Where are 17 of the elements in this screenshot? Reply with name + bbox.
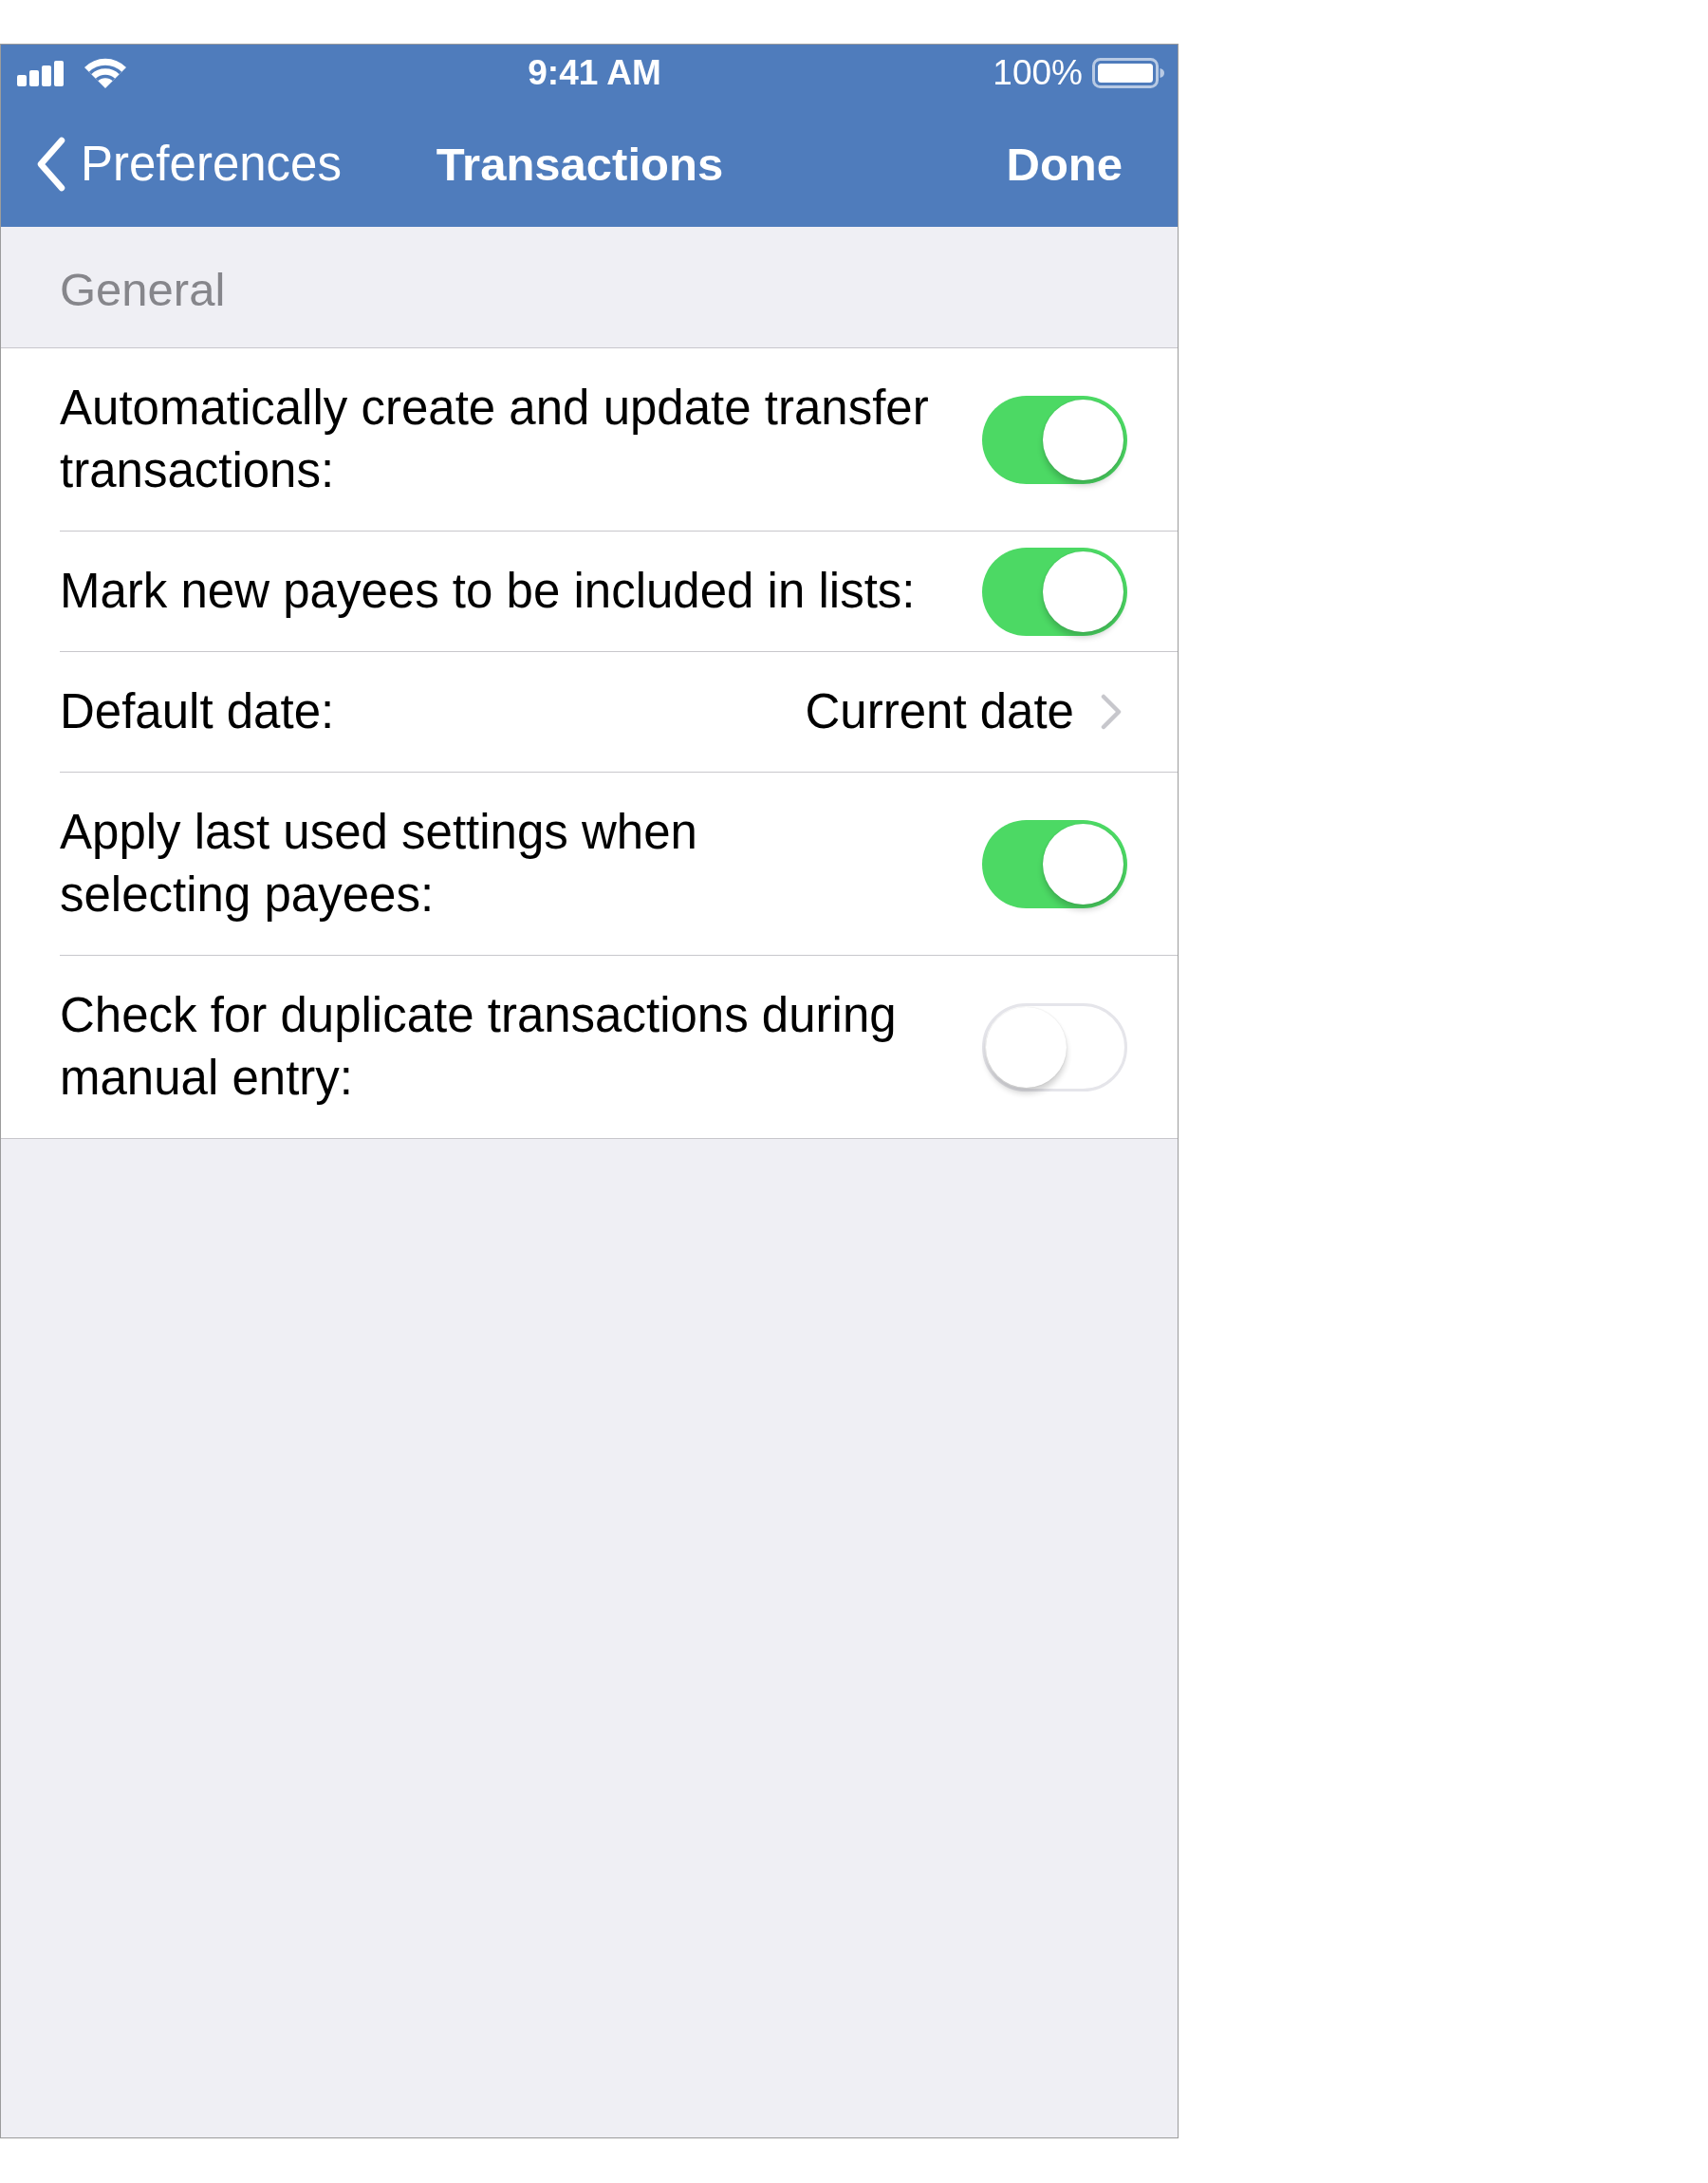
battery-icon bbox=[1092, 58, 1164, 88]
nav-title: Transactions bbox=[436, 138, 724, 192]
status-time: 9:41 AM bbox=[528, 52, 661, 94]
chevron-right-icon bbox=[1101, 694, 1122, 730]
setting-value: Current date bbox=[805, 683, 1074, 740]
battery-percentage: 100% bbox=[993, 52, 1083, 94]
setting-label: Automatically create and update transfer transactions: bbox=[60, 380, 930, 499]
wifi-icon bbox=[84, 58, 126, 88]
setting-label: Apply last used settings when selecting payees: bbox=[60, 804, 698, 924]
back-chevron-icon bbox=[37, 137, 65, 192]
section-header: General bbox=[60, 263, 226, 317]
back-button[interactable]: Preferences bbox=[37, 136, 342, 193]
setting-label: Check for duplicate transactions during manual entry: bbox=[60, 987, 898, 1107]
setting-label: Default date: bbox=[60, 683, 336, 740]
setting-label: Mark new payees to be included in lists: bbox=[60, 563, 917, 620]
signal-bars-icon bbox=[17, 60, 64, 86]
done-button[interactable]: Done bbox=[1006, 136, 1123, 193]
